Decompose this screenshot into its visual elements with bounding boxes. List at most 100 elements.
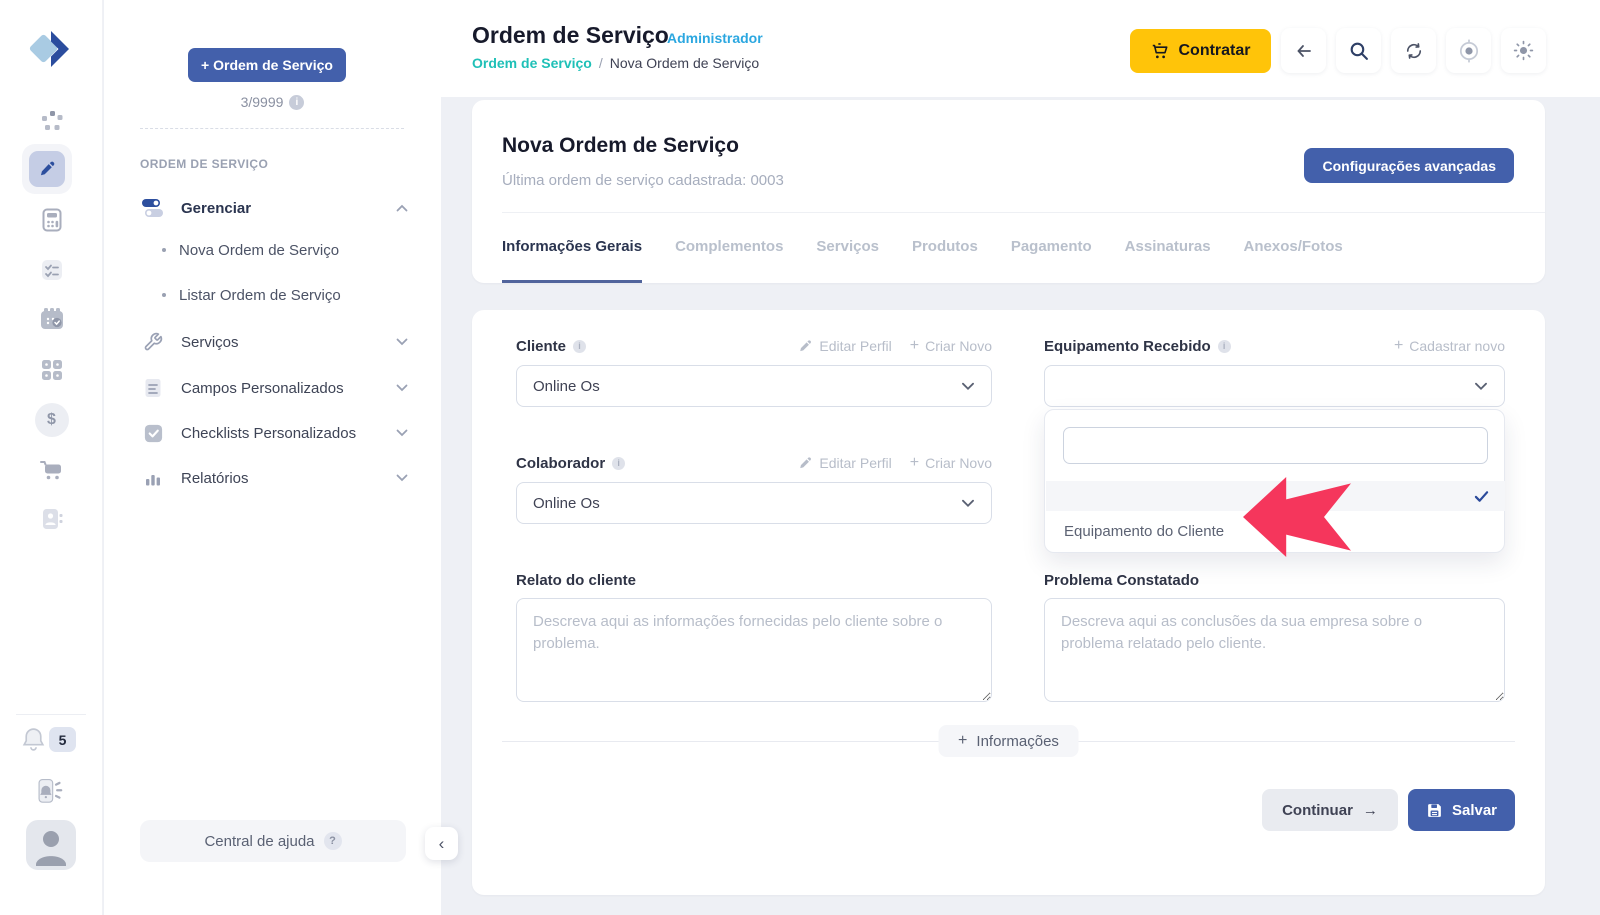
pencil-icon (798, 456, 813, 471)
rail-divider (16, 714, 86, 715)
info-icon[interactable]: i (1218, 340, 1231, 353)
breadcrumb-current: Nova Ordem de Serviço (610, 55, 759, 71)
continuar-button[interactable]: Continuar → (1262, 789, 1398, 831)
editar-perfil-link[interactable]: Editar Perfil (798, 338, 891, 354)
menu-label: Checklists Personalizados (181, 425, 356, 442)
tab-produtos[interactable]: Produtos (912, 212, 978, 283)
tab-servicos[interactable]: Serviços (816, 212, 879, 283)
checkbox-icon (140, 423, 166, 444)
submenu-label: Nova Ordem de Serviço (179, 242, 339, 259)
breadcrumb-link[interactable]: Ordem de Serviço (472, 55, 592, 71)
notification-count-badge: 5 (49, 727, 76, 752)
sidebar-item-servicos[interactable]: Serviços (140, 326, 408, 358)
help-center-button[interactable]: Central de ajuda ? (140, 820, 406, 862)
question-icon: ? (324, 832, 342, 850)
relato-textarea[interactable] (516, 598, 992, 702)
sidebar-divider (140, 128, 404, 129)
contratar-label: Contratar (1178, 42, 1250, 60)
sidebar-item-relatorios[interactable]: Relatórios (140, 462, 408, 494)
equipment-search-input[interactable] (1063, 427, 1488, 464)
help-label: Central de ajuda (204, 833, 314, 850)
modules-grid-icon[interactable] (0, 348, 103, 392)
tab-assinaturas[interactable]: Assinaturas (1125, 212, 1211, 283)
apps-icon[interactable] (0, 100, 103, 144)
sidebar-item-gerenciar[interactable]: Gerenciar (140, 192, 408, 224)
role-badge: Administrador (667, 30, 763, 46)
icon-rail: $ 5 (0, 0, 103, 915)
problema-label: Problema Constatado (1044, 572, 1199, 589)
arrow-right-icon: → (1363, 802, 1378, 819)
plus-icon: + (1394, 338, 1403, 354)
sidebar-collapse-button[interactable]: ‹ (425, 827, 458, 860)
document-icon (140, 377, 166, 399)
target-icon[interactable] (1446, 28, 1491, 73)
tab-anexos-fotos[interactable]: Anexos/Fotos (1244, 212, 1343, 283)
sidebar-item-listar-ordem[interactable]: Listar Ordem de Serviço (162, 280, 408, 310)
chevron-down-icon (1474, 382, 1488, 391)
breadcrumb: Ordem de Serviço / Nova Ordem de Serviço (472, 55, 759, 71)
equipamento-label: Equipamento Recebido (1044, 338, 1211, 355)
edit-order-icon-bg (29, 151, 65, 187)
brightness-icon[interactable] (1501, 28, 1546, 73)
advanced-settings-button[interactable]: Configurações avançadas (1304, 148, 1514, 183)
cart-icon (1150, 42, 1169, 61)
menu-label: Relatórios (181, 470, 249, 487)
calculator-icon[interactable] (0, 198, 103, 242)
check-icon (1474, 490, 1489, 503)
contratar-button[interactable]: Contratar (1130, 29, 1271, 73)
tab-pagamento[interactable]: Pagamento (1011, 212, 1092, 283)
colaborador-select[interactable]: Online Os (516, 482, 992, 524)
search-icon[interactable] (1336, 28, 1381, 73)
criar-novo-link[interactable]: + Criar Novo (910, 455, 992, 471)
cliente-field-group: Cliente i Editar Perfil + Criar Novo (516, 336, 992, 407)
plus-icon: + (910, 338, 919, 354)
equipamento-field-group: Equipamento Recebido i + Cadastrar novo (1044, 336, 1505, 407)
page-title: Ordem de Serviço (472, 22, 669, 49)
brand-logo-icon[interactable] (24, 22, 78, 81)
sidebar-item-nova-ordem[interactable]: Nova Ordem de Serviço (162, 235, 408, 265)
calendar-check-icon[interactable] (0, 297, 103, 341)
order-quota: 3/9999 i (104, 94, 441, 110)
cliente-select-value: Online Os (533, 378, 600, 395)
edit-order-icon[interactable] (22, 144, 72, 194)
menu-label: Serviços (181, 334, 239, 351)
new-order-button[interactable]: + Ordem de Serviço (188, 48, 346, 82)
problema-textarea[interactable] (1044, 598, 1505, 702)
purchases-cart-icon[interactable] (0, 448, 103, 492)
order-card-title: Nova Ordem de Serviço (502, 134, 739, 158)
cliente-label: Cliente (516, 338, 566, 355)
criar-novo-link[interactable]: + Criar Novo (910, 338, 992, 354)
billing-dollar-icon[interactable]: $ (0, 398, 103, 442)
quota-info-icon[interactable]: i (289, 95, 304, 110)
salvar-button[interactable]: Salvar (1408, 789, 1515, 831)
relato-label: Relato do cliente (516, 572, 636, 589)
order-card-subtitle: Última ordem de serviço cadastrada: 0003 (502, 172, 784, 189)
info-icon[interactable]: i (612, 457, 625, 470)
chevron-up-icon (396, 204, 408, 212)
user-avatar[interactable] (26, 820, 76, 873)
add-informacoes-button[interactable]: + Informações (938, 725, 1079, 757)
submenu-label: Listar Ordem de Serviço (179, 287, 341, 304)
bullet-icon (162, 248, 166, 252)
tab-complementos[interactable]: Complementos (675, 212, 783, 283)
menu-label: Gerenciar (181, 200, 251, 217)
pencil-icon (798, 339, 813, 354)
device-alert-icon[interactable] (30, 775, 64, 812)
notifications-bell-icon[interactable]: 5 (20, 726, 76, 753)
bullet-icon (162, 293, 166, 297)
contacts-card-icon[interactable] (0, 497, 103, 541)
back-arrow-icon[interactable] (1281, 28, 1326, 73)
editar-perfil-link[interactable]: Editar Perfil (798, 455, 891, 471)
chevron-down-icon (961, 382, 975, 391)
cliente-select[interactable]: Online Os (516, 365, 992, 407)
refresh-icon[interactable] (1391, 28, 1436, 73)
tab-informacoes-gerais[interactable]: Informações Gerais (502, 212, 642, 283)
sidebar-item-checklists-personalizados[interactable]: Checklists Personalizados (140, 417, 408, 449)
plus-icon: + (910, 455, 919, 471)
checklist-icon[interactable] (0, 248, 103, 292)
equipamento-select[interactable] (1044, 365, 1505, 407)
sidebar-item-campos-personalizados[interactable]: Campos Personalizados (140, 372, 408, 404)
cadastrar-novo-link[interactable]: + Cadastrar novo (1394, 338, 1505, 354)
order-header-card: Nova Ordem de Serviço Última ordem de se… (472, 100, 1545, 283)
info-icon[interactable]: i (573, 340, 586, 353)
